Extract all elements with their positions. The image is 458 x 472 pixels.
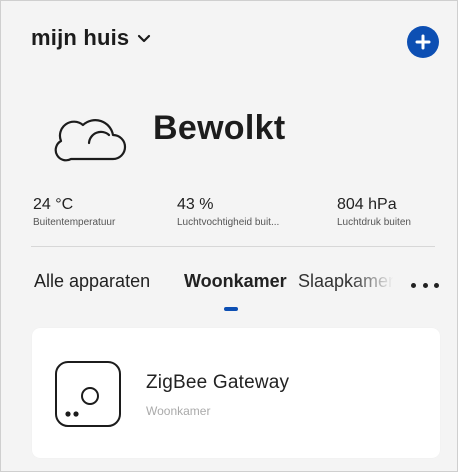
- divider: [31, 246, 435, 247]
- weather-condition: Bewolkt: [153, 109, 286, 147]
- plus-icon: [415, 34, 431, 50]
- stat-label: Luchtdruk buiten: [337, 217, 411, 228]
- home-selector[interactable]: mijn huis: [31, 25, 151, 51]
- device-card[interactable]: ZigBee Gateway Woonkamer: [32, 328, 440, 458]
- stat-value: 804 hPa: [337, 196, 397, 213]
- tab-slaapkamer[interactable]: Slaapkamer: [298, 271, 394, 292]
- more-horizontal-icon[interactable]: [411, 277, 439, 293]
- gateway-icon: [54, 360, 122, 428]
- home-title: mijn huis: [31, 25, 130, 50]
- app-frame: mijn huis Bewolkt 24 °C Buitentemperatuu…: [0, 0, 458, 472]
- stat-value: 24 °C: [33, 196, 74, 213]
- stat-value: 43 %: [177, 196, 214, 213]
- room-tabs: Alle apparaten Woonkamer Slaapkamer: [1, 271, 399, 301]
- tab-alle-apparaten[interactable]: Alle apparaten: [34, 271, 150, 292]
- cloud-icon: [49, 107, 131, 167]
- device-name: ZigBee Gateway: [146, 372, 290, 393]
- chevron-down-icon: [137, 31, 151, 45]
- tab-woonkamer[interactable]: Woonkamer: [184, 271, 287, 292]
- stat-label: Buitentemperatuur: [33, 217, 116, 228]
- stat-pressure: 804 hPa Luchtdruk buiten: [337, 195, 411, 228]
- device-room: Woonkamer: [146, 404, 211, 418]
- active-tab-indicator: [224, 307, 238, 311]
- stat-temperature: 24 °C Buitentemperatuur: [33, 195, 115, 228]
- add-button[interactable]: [407, 26, 439, 58]
- stat-label: Luchtvochtigheid buit...: [177, 217, 280, 228]
- stat-humidity: 43 % Luchtvochtigheid buit...: [177, 195, 279, 228]
